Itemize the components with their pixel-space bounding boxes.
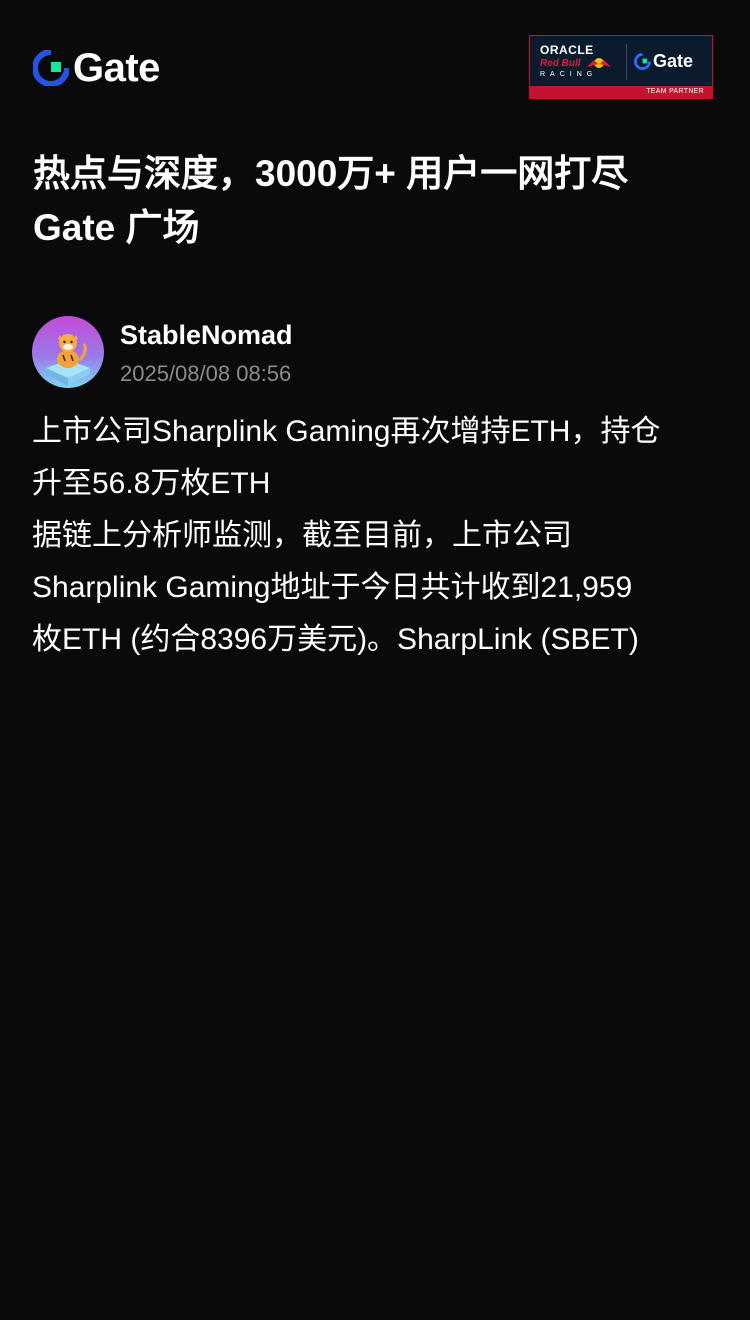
post-body-line: 升至56.8万枚ETH xyxy=(32,467,271,500)
post-author-name[interactable]: StableNomad xyxy=(120,318,293,352)
post-author-block: StableNomad 2025/08/08 08:56 xyxy=(32,316,722,390)
hero-title-line-1: 热点与深度，3000万+ 用户一网打尽 xyxy=(33,153,629,194)
team-partner-badge: ORACLE Red Bull RACING Gate TEAM PARTNER xyxy=(529,35,713,99)
badge-gate-icon xyxy=(634,52,651,70)
oracle-redbull-racing-logo: ORACLE Red Bull RACING xyxy=(530,36,626,88)
redbull-text: Red Bull xyxy=(540,58,581,69)
post-body-line: 上市公司Sharplink Gaming再次增持ETH，持仓 xyxy=(32,415,661,448)
racing-text: RACING xyxy=(540,71,598,78)
hero-title: 热点与深度，3000万+ 用户一网打尽 Gate 广场 xyxy=(33,147,723,255)
oracle-text: ORACLE xyxy=(540,43,594,57)
post-body-line: 枚ETH (约合8396万美元)。SharpLink (SBET) xyxy=(32,623,639,656)
post-body-line: 据链上分析师监测，截至目前，上市公司 xyxy=(32,519,572,552)
gate-logo-text: Gate xyxy=(73,46,160,90)
gate-logo[interactable]: Gate xyxy=(33,46,160,90)
post-body: 上市公司Sharplink Gaming再次增持ETH，持仓 升至56.8万枚E… xyxy=(32,406,722,666)
post-timestamp: 2025/08/08 08:56 xyxy=(120,361,292,386)
page-header: Gate ORACLE Red Bull RACING Gate TEAM PA… xyxy=(0,0,750,130)
badge-gate-text: Gate xyxy=(653,51,694,71)
post-body-line: Sharplink Gaming地址于今日共计收到21,959 xyxy=(32,571,633,604)
avatar[interactable] xyxy=(32,316,104,388)
badge-divider xyxy=(626,44,627,80)
badge-gate-logo: Gate xyxy=(634,50,693,72)
gate-logo-icon xyxy=(33,50,69,86)
team-partner-text: TEAM PARTNER xyxy=(646,88,704,95)
redbull-bull-icon xyxy=(587,58,611,68)
tiger-avatar-icon xyxy=(32,316,104,388)
hero-title-line-2: Gate 广场 xyxy=(33,207,200,248)
